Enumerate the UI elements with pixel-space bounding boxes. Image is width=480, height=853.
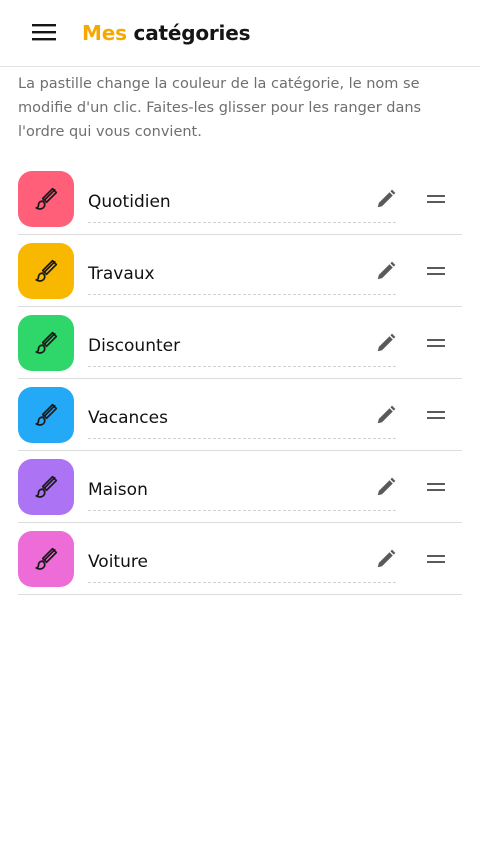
drag-handle-icon [427, 483, 445, 491]
edit-name-button[interactable] [370, 257, 402, 285]
category-name: Quotidien [88, 191, 171, 212]
drag-handle[interactable] [420, 257, 452, 285]
paintbrush-icon [35, 259, 58, 282]
category-name-field[interactable]: Quotidien [88, 181, 396, 223]
category-row[interactable]: Discounter [18, 307, 462, 379]
app-header: Mes catégories [0, 0, 480, 67]
page-title: Mes catégories [82, 19, 250, 47]
category-name: Maison [88, 479, 148, 500]
category-name-field[interactable]: Voiture [88, 541, 396, 583]
category-name: Discounter [88, 335, 181, 356]
paintbrush-icon [35, 187, 58, 210]
drag-handle-icon [427, 195, 445, 203]
category-name: Vacances [88, 407, 168, 428]
drag-handle-icon [427, 339, 445, 347]
color-swatch-button[interactable] [18, 171, 74, 227]
category-name-field[interactable]: Travaux [88, 253, 396, 295]
drag-handle[interactable] [420, 185, 452, 213]
drag-handle-icon [427, 555, 445, 563]
pencil-icon [377, 549, 396, 568]
page-title-main: catégories [133, 21, 251, 45]
drag-handle-icon [427, 267, 445, 275]
category-row[interactable]: Vacances [18, 379, 462, 451]
pencil-icon [377, 189, 396, 208]
category-name-field[interactable]: Maison [88, 469, 396, 511]
category-name-field[interactable]: Discounter [88, 325, 396, 367]
edit-name-button[interactable] [370, 185, 402, 213]
intro-text: La pastille change la couleur de la caté… [18, 76, 422, 140]
page-title-accent: Mes [82, 21, 127, 45]
category-name-field[interactable]: Vacances [88, 397, 396, 439]
category-row[interactable]: Voiture [18, 523, 462, 595]
drag-handle[interactable] [420, 329, 452, 357]
category-name: Voiture [88, 551, 148, 572]
category-row[interactable]: Travaux [18, 235, 462, 307]
pencil-icon [377, 405, 396, 424]
category-name: Travaux [88, 263, 155, 284]
color-swatch-button[interactable] [18, 531, 74, 587]
color-swatch-button[interactable] [18, 243, 74, 299]
pencil-icon [377, 333, 396, 352]
paintbrush-icon [35, 331, 58, 354]
pencil-icon [377, 261, 396, 280]
drag-handle-icon [427, 411, 445, 419]
drag-handle[interactable] [420, 401, 452, 429]
hamburger-menu-icon [32, 24, 56, 41]
color-swatch-button[interactable] [18, 387, 74, 443]
paintbrush-icon [35, 547, 58, 570]
paintbrush-icon [35, 403, 58, 426]
category-row[interactable]: Maison [18, 451, 462, 523]
paintbrush-icon [35, 475, 58, 498]
category-list: Quotidien Travaux Discounter Vacances Ma… [18, 163, 462, 595]
drag-handle[interactable] [420, 473, 452, 501]
edit-name-button[interactable] [370, 473, 402, 501]
color-swatch-button[interactable] [18, 459, 74, 515]
menu-button[interactable] [22, 14, 66, 50]
edit-name-button[interactable] [370, 401, 402, 429]
category-row[interactable]: Quotidien [18, 163, 462, 235]
edit-name-button[interactable] [370, 545, 402, 573]
pencil-icon [377, 477, 396, 496]
edit-name-button[interactable] [370, 329, 402, 357]
drag-handle[interactable] [420, 545, 452, 573]
color-swatch-button[interactable] [18, 315, 74, 371]
